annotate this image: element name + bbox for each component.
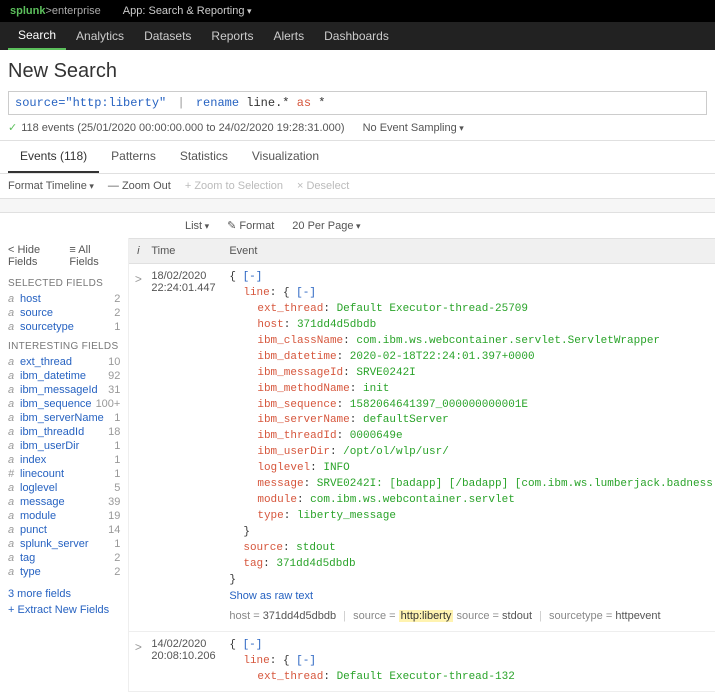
- kv-ext_thread: ext_thread: Default Executor-thread-2570…: [229, 302, 715, 318]
- field-loglevel[interactable]: aloglevel5: [8, 482, 120, 494]
- field-ibm_sequence[interactable]: aibm_sequence100+: [8, 398, 120, 410]
- tab-dashboards[interactable]: Dashboards: [314, 22, 399, 50]
- field-message[interactable]: amessage39: [8, 496, 120, 508]
- field-source[interactable]: asource2: [8, 307, 120, 319]
- tab-alerts[interactable]: Alerts: [263, 22, 314, 50]
- zoom-selection-button: + Zoom to Selection: [185, 180, 283, 192]
- format-timeline-button[interactable]: Format Timeline: [8, 180, 94, 192]
- collapse-toggle[interactable]: [-]: [296, 655, 316, 667]
- check-icon: ✓: [8, 121, 17, 134]
- per-page-dropdown[interactable]: 20 Per Page: [292, 220, 360, 232]
- selected-fields-label: SELECTED FIELDS: [8, 278, 120, 289]
- timeline-toolbar: Format Timeline — Zoom Out + Zoom to Sel…: [0, 174, 715, 199]
- field-tag[interactable]: atag2: [8, 552, 120, 564]
- kv-ibm_threadId: ibm_threadId: 0000649e: [229, 429, 715, 445]
- event-row: > 18/02/2020 22:24:01.447 { [-] line: { …: [129, 264, 715, 632]
- field-ibm_messageId[interactable]: aibm_messageId31: [8, 384, 120, 396]
- event-time: 18/02/2020 22:24:01.447: [147, 270, 225, 625]
- topbar: splunk>enterprise App: Search & Reportin…: [0, 0, 715, 22]
- event-time: 14/02/2020 20:08:10.206: [147, 638, 225, 686]
- extract-fields-link[interactable]: + Extract New Fields: [8, 604, 120, 616]
- kv-ext_thread: ext_thread: Default Executor-thread-132: [229, 670, 715, 686]
- deselect-button: × Deselect: [297, 180, 349, 192]
- tab-reports[interactable]: Reports: [201, 22, 263, 50]
- kv-ibm_className: ibm_className: com.ibm.ws.webcontainer.s…: [229, 334, 715, 350]
- collapse-toggle[interactable]: [-]: [296, 287, 316, 299]
- viztab-statistics[interactable]: Statistics: [168, 141, 240, 173]
- field-index[interactable]: aindex1: [8, 454, 120, 466]
- kv-module: module: com.ibm.ws.webcontainer.servlet: [229, 493, 715, 509]
- collapse-toggle[interactable]: [-]: [243, 639, 263, 651]
- viztab-visualization[interactable]: Visualization: [240, 141, 331, 173]
- collapse-toggle[interactable]: [-]: [243, 271, 263, 283]
- col-time[interactable]: Time: [147, 239, 225, 263]
- viztab-events[interactable]: Events (118): [8, 141, 99, 173]
- search-input[interactable]: source="http:liberty" | rename line.* as…: [8, 91, 707, 115]
- events-header: i Time Event: [129, 238, 715, 264]
- kv-message: message: SRVE0242I: [badapp] [/badapp] […: [229, 477, 715, 493]
- expand-icon[interactable]: >: [129, 638, 147, 686]
- timeline-chart[interactable]: [0, 199, 715, 213]
- field-ibm_userDir[interactable]: aibm_userDir1: [8, 440, 120, 452]
- kv-ibm_serverName: ibm_serverName: defaultServer: [229, 413, 715, 429]
- more-fields-link[interactable]: 3 more fields: [8, 588, 120, 600]
- event-body: { [-] line: { [-] ext_thread: Default Ex…: [225, 638, 715, 686]
- kv-loglevel: loglevel: INFO: [229, 461, 715, 477]
- event-body: { [-] line: { [-] ext_thread: Default Ex…: [225, 270, 715, 625]
- field-module[interactable]: amodule19: [8, 510, 120, 522]
- show-raw-link[interactable]: Show as raw text: [229, 589, 715, 605]
- zoom-out-button[interactable]: — Zoom Out: [108, 180, 171, 192]
- kv-host: host: 371dd4d5dbdb: [229, 318, 715, 334]
- event-meta: host = 371dd4d5dbdb | source = http:libe…: [229, 609, 715, 625]
- app-selector[interactable]: App: Search & Reporting: [123, 5, 252, 17]
- field-ext_thread[interactable]: aext_thread10: [8, 356, 120, 368]
- kv-ibm_messageId: ibm_messageId: SRVE0242I: [229, 366, 715, 382]
- hide-fields-button[interactable]: < Hide Fields: [8, 244, 69, 268]
- event-count: 118 events (25/01/2020 00:00:00.000 to 2…: [21, 122, 344, 134]
- field-host[interactable]: ahost2: [8, 293, 120, 305]
- list-view-dropdown[interactable]: List: [185, 220, 209, 232]
- tab-search[interactable]: Search: [8, 22, 66, 50]
- fields-sidebar: < Hide Fields ≡ All Fields SELECTED FIEL…: [0, 238, 129, 692]
- kv-ibm_userDir: ibm_userDir: /opt/ol/wlp/usr/: [229, 445, 715, 461]
- expand-icon[interactable]: >: [129, 270, 147, 625]
- status-row: ✓ 118 events (25/01/2020 00:00:00.000 to…: [0, 115, 715, 141]
- field-ibm_threadId[interactable]: aibm_threadId18: [8, 426, 120, 438]
- field-linecount[interactable]: #linecount1: [8, 468, 120, 480]
- kv-ibm_methodName: ibm_methodName: init: [229, 382, 715, 398]
- all-fields-button[interactable]: ≡ All Fields: [69, 244, 120, 268]
- field-ibm_datetime[interactable]: aibm_datetime92: [8, 370, 120, 382]
- field-splunk_server[interactable]: asplunk_server1: [8, 538, 120, 550]
- col-event: Event: [225, 239, 715, 263]
- kv-ibm_datetime: ibm_datetime: 2020-02-18T22:24:01.397+00…: [229, 350, 715, 366]
- sampling-dropdown[interactable]: No Event Sampling: [363, 122, 464, 134]
- event-row: > 14/02/2020 20:08:10.206 { [-] line: { …: [129, 632, 715, 692]
- events-panel: i Time Event > 18/02/2020 22:24:01.447 {…: [129, 238, 715, 692]
- kv-ibm_sequence: ibm_sequence: 1582064641397_000000000001…: [229, 398, 715, 414]
- tab-analytics[interactable]: Analytics: [66, 22, 134, 50]
- nav-tabs: Search Analytics Datasets Reports Alerts…: [0, 22, 715, 50]
- kv-type: type: liberty_message: [229, 509, 715, 525]
- field-punct[interactable]: apunct14: [8, 524, 120, 536]
- viz-tabs: Events (118) Patterns Statistics Visuali…: [0, 141, 715, 174]
- list-toolbar: List ✎ Format 20 Per Page: [0, 213, 715, 238]
- field-type[interactable]: atype2: [8, 566, 120, 578]
- field-ibm_serverName[interactable]: aibm_serverName1: [8, 412, 120, 424]
- brand: splunk>enterprise: [10, 5, 101, 17]
- viztab-patterns[interactable]: Patterns: [99, 141, 168, 173]
- page-title: New Search: [0, 50, 715, 91]
- format-button[interactable]: ✎ Format: [227, 219, 274, 232]
- col-info: i: [129, 239, 147, 263]
- tab-datasets[interactable]: Datasets: [134, 22, 201, 50]
- interesting-fields-label: INTERESTING FIELDS: [8, 341, 120, 352]
- field-sourcetype[interactable]: asourcetype1: [8, 321, 120, 333]
